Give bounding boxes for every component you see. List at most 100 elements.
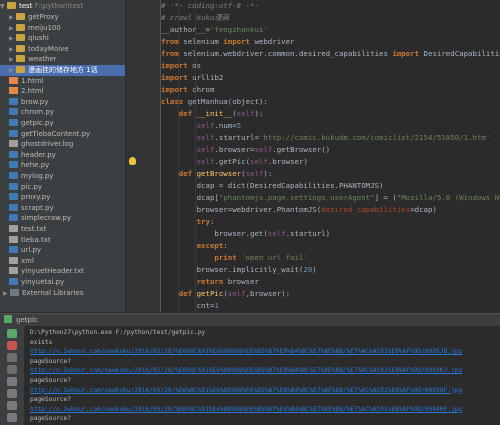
code-token: .browser) xyxy=(267,157,308,166)
tree-item[interactable]: getTiebaContent.py xyxy=(0,129,125,140)
code-editor[interactable]: # -*- coding:utf-8 -*- # crawl kuku漫画 __au… xyxy=(161,0,500,312)
code-token: dcap[ xyxy=(161,193,219,202)
code-token: .getBrowser() xyxy=(272,145,331,154)
code-line: def getBrowser(self): xyxy=(161,168,272,180)
tree-item[interactable]: xml xyxy=(0,256,125,267)
tree-item[interactable]: hehe.py xyxy=(0,160,125,171)
code-token: DesiredCapabilities xyxy=(423,49,500,58)
code-token: desired_capabilities xyxy=(321,205,411,214)
tree-item[interactable]: ▶ 漫画挂的储存地方 1话 xyxy=(0,65,125,76)
python-file-icon xyxy=(9,97,18,105)
tree-item-label: yinyuetai.py xyxy=(21,278,65,286)
tree-item[interactable]: header.py xyxy=(0,150,125,161)
chevron-right-icon[interactable]: ▶ xyxy=(3,288,10,299)
project-path: F:\python\test xyxy=(34,2,84,10)
tree-item-label: scrapt.py xyxy=(21,203,54,212)
code-token: .starturl= xyxy=(214,133,259,142)
code-token: .getPic( xyxy=(214,157,251,166)
code-line: self.num=5 xyxy=(161,120,242,132)
code-token: getPic xyxy=(196,289,224,298)
code-token: self xyxy=(196,145,215,154)
rerun-icon[interactable] xyxy=(7,329,17,338)
chevron-down-icon[interactable]: ▼ xyxy=(0,1,7,12)
tree-item[interactable]: url.py xyxy=(0,245,125,256)
console-link[interactable]: http://n.1whour.com/newkuku/2016/05/28/%… xyxy=(30,346,462,357)
pin-icon[interactable] xyxy=(7,413,17,422)
tree-item[interactable]: 1.html xyxy=(0,76,125,87)
code-token: from xyxy=(161,37,184,46)
file-icon xyxy=(9,140,18,148)
project-tree: ▼ test F:\python\test ▶ getProxy ▶ meiju100 ▶… xyxy=(0,0,126,312)
tree-item[interactable]: tieba.txt xyxy=(0,235,125,246)
chevron-right-icon[interactable]: ▶ xyxy=(9,44,16,55)
code-token: "Mozilla/5.0 (Windows NT 6.1; Win xyxy=(396,193,500,202)
tree-item-label: brow.py xyxy=(21,97,49,106)
chevron-right-icon[interactable]: ▶ xyxy=(9,23,16,34)
folder-icon xyxy=(16,66,25,73)
tree-item[interactable]: ▶ getProxy xyxy=(0,12,125,23)
tree-item-label: External Libraries xyxy=(22,288,84,297)
python-file-icon xyxy=(9,108,18,116)
tree-item[interactable]: chrom.py xyxy=(0,107,125,118)
print-icon[interactable] xyxy=(7,389,17,398)
code-line: def getPic(self,browser): xyxy=(161,288,290,300)
project-root[interactable]: ▼ test F:\python\test xyxy=(0,1,125,12)
code-token: selenium.webdriver.common.desired_capabi… xyxy=(183,49,393,58)
tree-item-label: url.py xyxy=(21,246,42,255)
code-token: self xyxy=(196,121,215,130)
file-icon xyxy=(9,256,18,264)
tree-item[interactable]: yinyuetHeader.txt xyxy=(0,266,125,277)
code-token: # -*- coding:utf-8 -*- xyxy=(161,1,259,10)
python-file-icon xyxy=(9,150,18,158)
console-link[interactable]: http://n.1whour.com/newkuku/2016/05/28/%… xyxy=(30,385,462,396)
code-token: cnt= xyxy=(161,301,215,310)
code-token: import xyxy=(392,49,424,58)
tree-item[interactable]: test.txt xyxy=(0,224,125,235)
settings-icon[interactable] xyxy=(7,365,17,374)
tree-item[interactable]: ▶ weather xyxy=(0,54,125,65)
code-line: browser=webdriver.PhantomJS(desired_capa… xyxy=(161,204,437,216)
tree-item[interactable]: mylog.py xyxy=(0,171,125,182)
delete-icon[interactable] xyxy=(7,401,17,410)
code-token: def xyxy=(161,289,197,298)
console-link[interactable]: http://n.1whour.com/newkuku/2016/05/28/%… xyxy=(30,404,462,415)
tree-item[interactable]: ▶ meiju100 xyxy=(0,23,125,34)
tree-item[interactable]: ▶ todayMoive xyxy=(0,44,125,55)
tree-item[interactable]: getpic.py xyxy=(0,118,125,129)
code-line: # crawl kuku漫画 xyxy=(161,12,229,24)
console-link[interactable]: http://n.1whour.com/newkuku/2016/05/28/%… xyxy=(30,365,462,376)
tree-item[interactable]: ▶ External Libraries xyxy=(0,288,125,299)
tree-item[interactable]: pic.py xyxy=(0,182,125,193)
tree-item[interactable]: scrapt.py xyxy=(0,203,125,214)
chevron-right-icon[interactable]: ▶ xyxy=(9,12,16,23)
run-tab[interactable]: getpic xyxy=(16,316,38,324)
stop-icon[interactable] xyxy=(7,341,17,350)
chevron-right-icon[interactable]: ▶ xyxy=(9,54,16,65)
chevron-right-icon[interactable]: ▶ xyxy=(9,33,16,44)
code-token: urllib2 xyxy=(192,73,224,82)
pause-icon[interactable] xyxy=(7,353,17,362)
python-file-icon xyxy=(9,246,18,254)
tree-item[interactable]: ▶ qiushi xyxy=(0,33,125,44)
code-token: getManhua xyxy=(187,97,228,106)
code-token: chrom xyxy=(192,85,215,94)
tree-item[interactable]: brow.py xyxy=(0,97,125,108)
tree-item[interactable]: simplecraw.py xyxy=(0,213,125,224)
code-line: # -*- coding:utf-8 -*- xyxy=(161,0,259,12)
code-token: ) xyxy=(312,265,317,274)
code-token: dcap = dict(DesiredCapabilities.PHANTOMJ… xyxy=(161,181,384,190)
tree-item[interactable]: proxy.py xyxy=(0,192,125,203)
python-file-icon xyxy=(9,214,18,222)
lightbulb-icon[interactable] xyxy=(129,157,136,165)
code-token: .num= xyxy=(214,121,237,130)
tree-item[interactable]: 2.html xyxy=(0,86,125,97)
code-token: ] = ( xyxy=(374,193,397,202)
run-console[interactable]: D:\Python27\python.exe F:/python/test/ge… xyxy=(25,326,500,425)
chevron-right-icon[interactable]: ▶ xyxy=(9,65,16,76)
scroll-to-end-icon[interactable] xyxy=(7,377,17,386)
tree-item[interactable]: ghostdriver.log xyxy=(0,139,125,150)
tree-item[interactable]: yinyuetai.py xyxy=(0,277,125,288)
code-token: "phantomjs.page.settings.userAgent" xyxy=(218,193,375,202)
